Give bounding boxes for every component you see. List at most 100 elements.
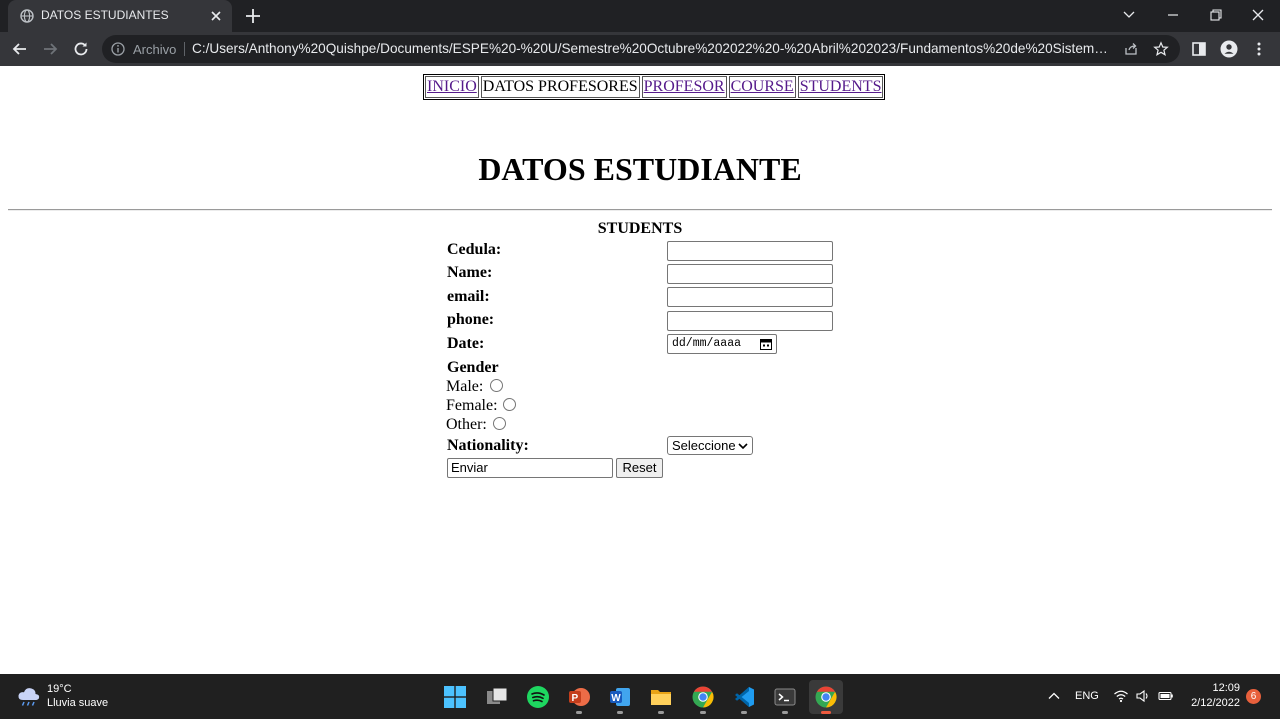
notification-badge[interactable]: 6 bbox=[1246, 689, 1261, 704]
running-indicator bbox=[782, 711, 788, 714]
chevron-up-icon[interactable] bbox=[1046, 688, 1062, 704]
clock-time[interactable]: 12:09 bbox=[1190, 682, 1240, 694]
menu-cell-students: STUDENTS bbox=[797, 76, 884, 98]
horizontal-rule bbox=[8, 209, 1272, 211]
reload-icon[interactable] bbox=[71, 39, 91, 59]
address-bar[interactable]: Archivo C:/Users/Anthony%20Quishpe/Docum… bbox=[102, 35, 1180, 63]
running-indicator bbox=[700, 711, 706, 714]
phone-input[interactable] bbox=[667, 311, 833, 331]
menu-cell-course: COURSE bbox=[728, 76, 796, 98]
svg-text:W: W bbox=[611, 693, 621, 704]
nav-link-profesor[interactable]: PROFESOR bbox=[644, 78, 725, 95]
vscode-app[interactable] bbox=[727, 680, 761, 714]
menu-cell-profesor: PROFESOR bbox=[641, 76, 727, 98]
globe-icon bbox=[20, 9, 34, 23]
running-indicator bbox=[617, 711, 623, 714]
browser-tab[interactable]: DATOS ESTUDIANTES bbox=[8, 0, 232, 32]
gender-option-other-label: Other: bbox=[446, 416, 487, 433]
vscode-icon bbox=[735, 687, 754, 707]
calendar-icon[interactable] bbox=[760, 338, 772, 350]
menu-cell-datos-profesores: DATOS PROFESORES bbox=[480, 76, 640, 98]
minimize-icon[interactable] bbox=[1161, 4, 1185, 26]
close-tab-icon[interactable] bbox=[208, 8, 224, 24]
name-input[interactable] bbox=[667, 264, 833, 284]
info-icon[interactable] bbox=[111, 42, 125, 56]
chevron-down-icon bbox=[738, 443, 748, 450]
gender-label: Gender bbox=[447, 359, 499, 376]
chrome-app[interactable] bbox=[686, 680, 720, 714]
svg-text:P: P bbox=[572, 693, 579, 704]
weather-description: Lluvia suave bbox=[47, 697, 109, 709]
more-menu-icon[interactable] bbox=[1250, 40, 1268, 58]
form-caption: STUDENTS bbox=[597, 220, 683, 237]
running-indicator bbox=[741, 711, 747, 714]
gender-female-radio[interactable] bbox=[503, 398, 516, 411]
browser-tab-bar: DATOS ESTUDIANTES bbox=[0, 0, 1280, 32]
page-content: INICIO DATOS PROFESORES PROFESOR COURSE … bbox=[0, 66, 1280, 674]
restore-icon[interactable] bbox=[1203, 4, 1227, 26]
date-label: Date: bbox=[447, 335, 485, 352]
clock-date[interactable]: 2/12/2022 bbox=[1180, 697, 1240, 709]
profile-icon[interactable] bbox=[1220, 40, 1238, 58]
browser-toolbar: Archivo C:/Users/Anthony%20Quishpe/Docum… bbox=[0, 32, 1280, 66]
powerpoint-icon: P bbox=[569, 688, 590, 706]
folder-icon bbox=[651, 690, 671, 705]
forward-icon[interactable] bbox=[40, 39, 60, 59]
tab-title: DATOS ESTUDIANTES bbox=[41, 8, 169, 22]
cedula-input[interactable] bbox=[667, 241, 833, 261]
nav-link-course[interactable]: COURSE bbox=[731, 78, 794, 95]
tab-search-icon[interactable] bbox=[1117, 4, 1141, 26]
windows-icon bbox=[444, 686, 466, 708]
email-label: email: bbox=[447, 288, 490, 305]
share-icon[interactable] bbox=[1123, 41, 1139, 57]
url-text[interactable]: C:/Users/Anthony%20Quishpe/Documents/ESP… bbox=[192, 41, 1109, 56]
word-app[interactable]: W bbox=[603, 680, 637, 714]
gender-option-male-label: Male: bbox=[446, 378, 484, 395]
cedula-label: Cedula: bbox=[447, 241, 502, 258]
gender-other-radio[interactable] bbox=[493, 417, 506, 430]
nationality-label: Nationality: bbox=[447, 437, 529, 454]
terminal-app[interactable] bbox=[768, 680, 802, 714]
email-input[interactable] bbox=[667, 287, 833, 307]
task-view-icon bbox=[487, 687, 508, 704]
page-title: DATOS ESTUDIANTE bbox=[478, 151, 802, 187]
nav-menu-table: INICIO DATOS PROFESORES PROFESOR COURSE … bbox=[423, 74, 886, 100]
close-window-icon[interactable] bbox=[1246, 4, 1270, 26]
date-placeholder: dd/mm/aaaa bbox=[672, 337, 742, 350]
volume-icon[interactable] bbox=[1135, 688, 1151, 704]
submit-button[interactable]: Enviar bbox=[447, 458, 613, 478]
nav-link-students[interactable]: STUDENTS bbox=[800, 78, 882, 95]
rain-cloud-icon[interactable] bbox=[16, 684, 42, 708]
start-button[interactable] bbox=[438, 680, 472, 714]
gender-male-radio[interactable] bbox=[490, 379, 503, 392]
chrome-icon bbox=[815, 686, 837, 708]
new-tab-icon[interactable] bbox=[243, 6, 263, 26]
active-indicator bbox=[821, 711, 831, 714]
terminal-icon bbox=[774, 688, 796, 706]
chrome-icon bbox=[692, 686, 714, 708]
file-explorer-app[interactable] bbox=[644, 680, 678, 714]
running-indicator bbox=[576, 711, 582, 714]
nav-text-datos-profesores: DATOS PROFESORES bbox=[482, 78, 638, 95]
powerpoint-app[interactable]: P bbox=[562, 680, 596, 714]
task-view-button[interactable] bbox=[480, 680, 514, 714]
language-indicator[interactable]: ENG bbox=[1075, 690, 1099, 702]
bookmark-star-icon[interactable] bbox=[1153, 41, 1169, 57]
side-panel-icon[interactable] bbox=[1190, 40, 1208, 58]
taskbar: 19°C Lluvia suave P W ENG 12:09 2/12/202… bbox=[0, 674, 1280, 719]
spotify-icon bbox=[527, 686, 549, 708]
reset-button[interactable]: Reset bbox=[616, 458, 663, 478]
chrome-active-app[interactable] bbox=[809, 680, 843, 714]
nav-link-inicio[interactable]: INICIO bbox=[427, 78, 477, 95]
nationality-select[interactable]: Seleccione bbox=[667, 436, 753, 455]
battery-icon[interactable] bbox=[1158, 688, 1174, 704]
spotify-app[interactable] bbox=[521, 680, 555, 714]
phone-label: phone: bbox=[447, 311, 495, 328]
menu-cell-inicio: INICIO bbox=[425, 76, 479, 98]
name-label: Name: bbox=[447, 264, 493, 281]
gender-option-female-label: Female: bbox=[446, 397, 498, 414]
wifi-icon[interactable] bbox=[1113, 688, 1129, 704]
running-indicator bbox=[658, 711, 664, 714]
back-icon[interactable] bbox=[10, 39, 30, 59]
date-input[interactable]: dd/mm/aaaa bbox=[667, 334, 777, 354]
